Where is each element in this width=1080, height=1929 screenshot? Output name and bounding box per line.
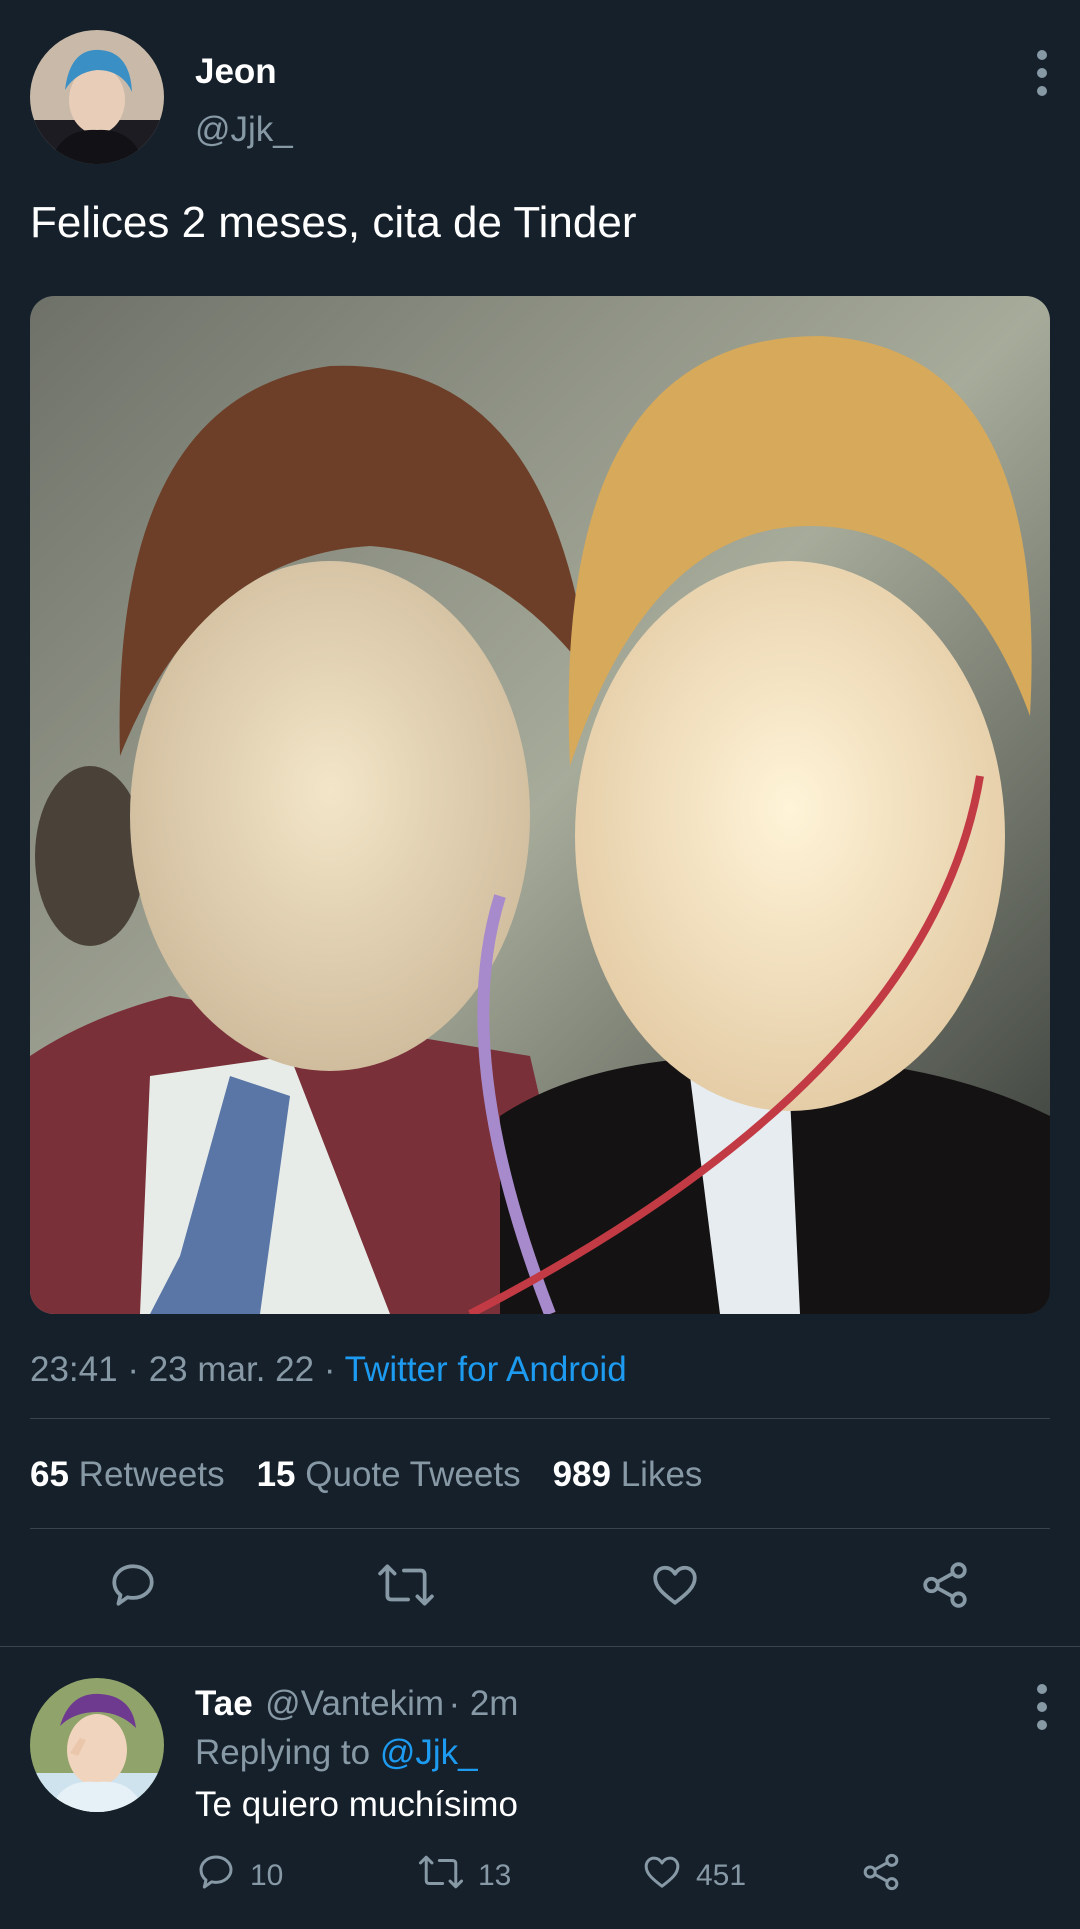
reply-retweets-count: 13 <box>478 1859 512 1892</box>
photo-two-people-selfie-icon <box>30 296 1050 1314</box>
retweets-stat[interactable]: 65 Retweets <box>30 1455 225 1495</box>
tweet-meta: 23:41 · 23 mar. 22 · Twitter for Android <box>30 1350 627 1390</box>
meta-separator: · <box>323 1350 336 1389</box>
reply-share-action[interactable] <box>861 1852 901 1900</box>
tweet-time: 23:41 <box>30 1350 118 1389</box>
author-name[interactable]: Jeon <box>195 52 277 92</box>
reply-author-name[interactable]: Tae <box>195 1684 253 1723</box>
profile-photo-icon <box>30 30 164 164</box>
share-icon[interactable] <box>920 1560 970 1610</box>
retweets-count: 65 <box>30 1455 69 1494</box>
reply-author-handle[interactable]: @Vantekim <box>265 1684 444 1723</box>
author-handle[interactable]: @Jjk_ <box>195 110 293 150</box>
divider <box>0 1646 1080 1647</box>
tweet-media[interactable] <box>30 296 1050 1314</box>
reply-icon <box>196 1852 236 1900</box>
tweet-source-link[interactable]: Twitter for Android <box>345 1350 627 1389</box>
profile-photo-icon <box>30 1678 164 1812</box>
author-avatar[interactable] <box>30 30 164 164</box>
quotes-label: Quote Tweets <box>305 1455 521 1494</box>
reply-reply-action[interactable]: 10 <box>196 1852 283 1900</box>
like-icon <box>642 1852 682 1900</box>
replying-to-handle[interactable]: @Jjk_ <box>380 1733 478 1772</box>
reply-like-action[interactable]: 451 <box>642 1852 746 1900</box>
replying-to-line: Replying to @Jjk_ <box>195 1733 478 1773</box>
reply-header: Tae @Vantekim · 2m <box>195 1684 518 1724</box>
retweet-icon[interactable] <box>377 1560 435 1610</box>
likes-count: 989 <box>552 1455 611 1494</box>
reply-text: Te quiero muchísimo <box>195 1785 518 1824</box>
divider <box>30 1528 1050 1529</box>
retweets-label: Retweets <box>78 1455 225 1494</box>
reply-replies-count: 10 <box>250 1859 284 1892</box>
replying-to-label: Replying to <box>195 1733 371 1772</box>
divider <box>30 1418 1050 1419</box>
reply-likes-count: 451 <box>696 1859 747 1892</box>
likes-stat[interactable]: 989 Likes <box>553 1455 703 1495</box>
like-icon[interactable] <box>650 1560 700 1610</box>
quotes-stat[interactable]: 15 Quote Tweets <box>257 1455 521 1495</box>
tweet-stats: 65 Retweets 15 Quote Tweets 989 Likes <box>30 1455 702 1495</box>
quotes-count: 15 <box>256 1455 296 1494</box>
more-options-icon[interactable] <box>1027 48 1057 98</box>
reply-retweet-action[interactable]: 13 <box>418 1852 511 1900</box>
likes-label: Likes <box>620 1455 703 1494</box>
reply-icon[interactable] <box>108 1560 158 1610</box>
tweet-date: 23 mar. 22 <box>148 1350 315 1389</box>
tweet-text: Felices 2 meses, cita de Tinder <box>30 198 637 247</box>
reply-author-avatar[interactable] <box>30 1678 164 1812</box>
reply-more-options-icon[interactable] <box>1027 1682 1057 1732</box>
meta-separator: · <box>127 1350 139 1389</box>
retweet-icon <box>418 1852 464 1900</box>
reply-time: · 2m <box>448 1684 519 1723</box>
share-icon <box>861 1852 901 1900</box>
